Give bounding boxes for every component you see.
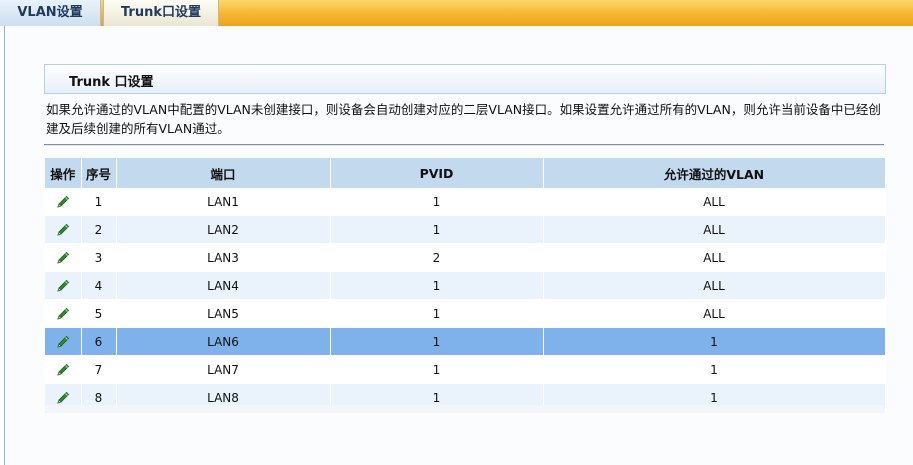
pencil-icon[interactable] — [55, 334, 71, 350]
pencil-icon[interactable] — [55, 278, 71, 294]
row-pvid: 2 — [330, 243, 544, 272]
row-index: 1 — [81, 188, 117, 216]
pencil-icon[interactable] — [55, 362, 71, 378]
row-pvid: 1 — [330, 355, 544, 384]
column-header-index: 序号 — [81, 158, 117, 188]
row-pvid: 1 — [330, 188, 544, 216]
row-port: LAN1 — [116, 188, 331, 216]
row-index: 6 — [81, 327, 117, 356]
column-header-action: 操作 — [45, 158, 82, 188]
edit-cell[interactable] — [45, 299, 82, 328]
row-index: 5 — [81, 299, 117, 328]
row-port: LAN7 — [116, 355, 331, 384]
row-pvid: 1 — [330, 299, 544, 328]
pencil-icon[interactable] — [55, 306, 71, 322]
row-port: LAN2 — [116, 215, 331, 244]
edit-cell[interactable] — [45, 355, 82, 384]
section-description: 如果允许通过的VLAN中配置的VLAN未创建接口，则设备会自动创建对应的二层VL… — [46, 102, 881, 136]
row-allowed-vlan: ALL — [543, 215, 886, 244]
pencil-icon[interactable] — [55, 222, 71, 238]
table-row[interactable]: 7 LAN7 1 1 — [45, 355, 886, 384]
column-header-port: 端口 — [116, 158, 331, 188]
edit-cell[interactable] — [45, 271, 82, 300]
edit-cell[interactable] — [45, 243, 82, 272]
row-index: 3 — [81, 243, 117, 272]
table-row[interactable]: 3 LAN3 2 ALL — [45, 243, 886, 272]
row-allowed-vlan: ALL — [543, 299, 886, 328]
edit-cell[interactable] — [45, 188, 82, 216]
row-index: 2 — [81, 215, 117, 244]
table-row[interactable]: 4 LAN4 1 ALL — [45, 271, 886, 300]
divider — [44, 144, 884, 146]
row-allowed-vlan: 1 — [543, 327, 886, 356]
tab-bar: VLAN设置 Trunk口设置 — [0, 0, 913, 26]
table-row[interactable]: 5 LAN5 1 ALL — [45, 299, 886, 328]
tab-trunk-settings[interactable]: Trunk口设置 — [103, 0, 219, 26]
row-port: LAN5 — [116, 299, 331, 328]
row-port: LAN6 — [116, 327, 331, 356]
table-row[interactable]: 1 LAN1 1 ALL — [45, 188, 886, 216]
row-pvid: 1 — [330, 327, 544, 356]
section-header: Trunk 口设置 — [44, 64, 886, 94]
edit-cell[interactable] — [45, 215, 82, 244]
table-row[interactable]: 2 LAN2 1 ALL — [45, 215, 886, 244]
row-allowed-vlan: 1 — [543, 355, 886, 384]
row-allowed-vlan: ALL — [543, 271, 886, 300]
tab-vlan-settings[interactable]: VLAN设置 — [0, 0, 101, 26]
table-header-row: 操作 序号 端口 PVID 允许通过的VLAN — [45, 158, 886, 188]
column-header-allowed-vlan: 允许通过的VLAN — [543, 158, 886, 188]
row-allowed-vlan: ALL — [543, 243, 886, 272]
pencil-icon[interactable] — [55, 194, 71, 210]
row-index: 4 — [81, 271, 117, 300]
row-port: LAN4 — [116, 271, 331, 300]
row-allowed-vlan: ALL — [543, 188, 886, 216]
table-row[interactable]: 6 LAN6 1 1 — [45, 327, 886, 356]
edit-cell[interactable] — [45, 327, 82, 356]
pencil-icon[interactable] — [55, 390, 71, 406]
row-pvid: 1 — [330, 271, 544, 300]
row-index: 7 — [81, 355, 117, 384]
table-footer — [45, 405, 885, 413]
column-header-pvid: PVID — [330, 158, 544, 188]
trunk-port-table: 操作 序号 端口 PVID 允许通过的VLAN 1 LAN1 1 ALL 2 LAN2 1 A… — [45, 158, 886, 412]
row-pvid: 1 — [330, 215, 544, 244]
pencil-icon[interactable] — [55, 250, 71, 266]
row-port: LAN3 — [116, 243, 331, 272]
section-title: Trunk 口设置 — [69, 75, 154, 90]
